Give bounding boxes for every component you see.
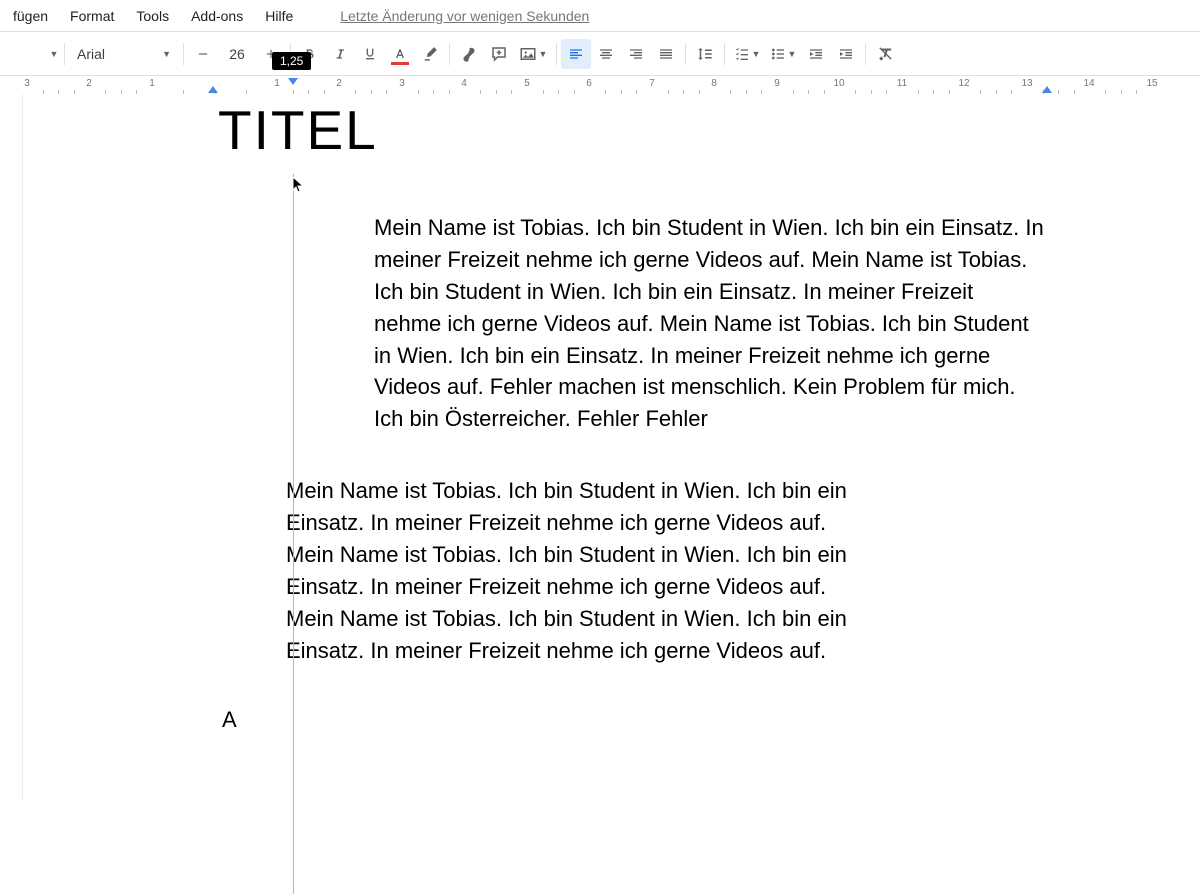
font-size-decrease-button[interactable] <box>188 39 218 69</box>
indent-increase-button[interactable] <box>831 39 861 69</box>
line-spacing-button[interactable] <box>690 39 720 69</box>
ruler-number: 8 <box>711 78 717 89</box>
align-left-button[interactable] <box>561 39 591 69</box>
ruler-number: 14 <box>1083 78 1094 89</box>
chevron-down-icon: ▼ <box>539 49 548 59</box>
font-family-label: Arial <box>77 46 105 62</box>
indent-value-tooltip: 1,25 <box>272 52 311 70</box>
align-right-button[interactable] <box>621 39 651 69</box>
align-justify-button[interactable] <box>651 39 681 69</box>
image-button[interactable]: ▼ <box>514 39 552 69</box>
highlight-button[interactable] <box>415 39 445 69</box>
ruler-number: 6 <box>586 78 592 89</box>
ruler-number: 3 <box>399 78 405 89</box>
separator <box>449 43 450 65</box>
separator <box>724 43 725 65</box>
bulleted-list-button[interactable]: ▼ <box>765 39 801 69</box>
right-margin-marker[interactable] <box>1042 86 1052 93</box>
menu-help[interactable]: Hilfe <box>254 2 304 30</box>
left-margin-marker[interactable] <box>208 86 218 93</box>
chevron-down-icon: ▼ <box>788 49 797 59</box>
ruler-number: 2 <box>336 78 342 89</box>
toolbar: ▼ Arial ▼ 26 ▼ <box>0 32 1200 76</box>
ruler-number: 2 <box>86 78 92 89</box>
menu-insert[interactable]: fügen <box>2 2 59 30</box>
more-left-dropdown[interactable]: ▼ <box>48 49 60 59</box>
ruler-number: 3 <box>24 78 30 89</box>
indent-decrease-button[interactable] <box>801 39 831 69</box>
ruler-number: 7 <box>649 78 655 89</box>
chevron-down-icon: ▼ <box>162 49 171 59</box>
comment-button[interactable] <box>484 39 514 69</box>
menu-addons[interactable]: Add-ons <box>180 2 254 30</box>
ruler[interactable]: 321123456789101112131415 <box>0 76 1200 94</box>
ruler-number: 1 <box>274 78 280 89</box>
menu-tools[interactable]: Tools <box>125 2 180 30</box>
paragraph-1[interactable]: Mein Name ist Tobias. Ich bin Student in… <box>374 212 1044 435</box>
ruler-number: 13 <box>1021 78 1032 89</box>
first-line-indent-marker[interactable] <box>288 78 298 85</box>
last-change-status[interactable]: Letzte Änderung vor wenigen Sekunden <box>340 8 589 24</box>
separator <box>685 43 686 65</box>
clear-formatting-button[interactable] <box>870 39 900 69</box>
link-button[interactable] <box>454 39 484 69</box>
text-color-swatch <box>391 62 409 65</box>
page-area: TITEL Mein Name ist Tobias. Ich bin Stud… <box>0 94 1200 800</box>
menu-format[interactable]: Format <box>59 2 125 30</box>
ruler-number: 11 <box>897 78 907 89</box>
ruler-number: 10 <box>833 78 844 89</box>
menu-bar: fügen Format Tools Add-ons Hilfe Letzte … <box>0 0 1200 32</box>
paragraph-2[interactable]: Mein Name ist Tobias. Ich bin Student in… <box>286 475 856 666</box>
italic-button[interactable] <box>325 39 355 69</box>
ruler-number: 5 <box>524 78 530 89</box>
separator <box>865 43 866 65</box>
font-size-input[interactable]: 26 <box>222 46 252 62</box>
separator <box>64 43 65 65</box>
ruler-number: 15 <box>1146 78 1157 89</box>
checklist-button[interactable]: ▼ <box>729 39 765 69</box>
document-title[interactable]: TITEL <box>218 98 1062 162</box>
separator <box>556 43 557 65</box>
ruler-number: 4 <box>461 78 467 89</box>
separator <box>183 43 184 65</box>
text-color-button[interactable] <box>385 39 415 69</box>
font-family-select[interactable]: Arial ▼ <box>69 40 179 68</box>
chevron-down-icon: ▼ <box>752 49 761 59</box>
underline-button[interactable] <box>355 39 385 69</box>
ruler-number: 9 <box>774 78 780 89</box>
ruler-number: 12 <box>958 78 969 89</box>
paragraph-3[interactable]: A <box>222 707 1062 733</box>
document-content[interactable]: TITEL Mein Name ist Tobias. Ich bin Stud… <box>22 94 1062 733</box>
align-center-button[interactable] <box>591 39 621 69</box>
ruler-number: 1 <box>149 78 155 89</box>
indent-guide-line <box>293 174 294 894</box>
